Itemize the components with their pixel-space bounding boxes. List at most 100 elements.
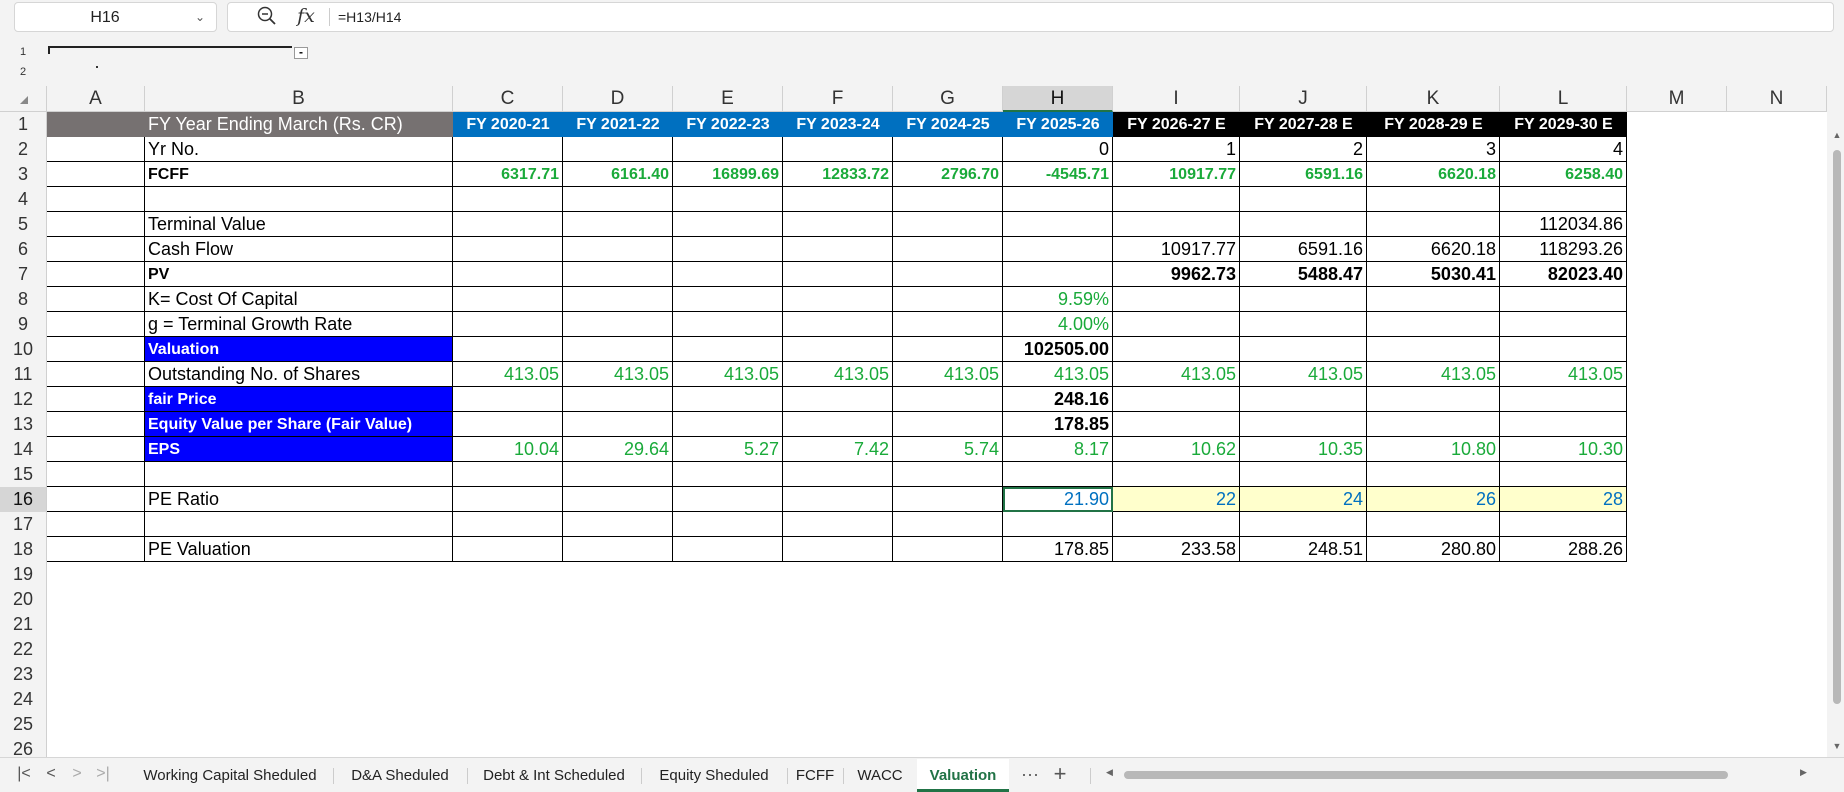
- row-header-4[interactable]: 4: [0, 187, 47, 212]
- cell-g4[interactable]: [893, 187, 1003, 212]
- tab-debt-int[interactable]: Debt & Int Scheduled: [468, 759, 640, 792]
- valuation-d[interactable]: [563, 337, 673, 362]
- cell-d15[interactable]: [563, 462, 673, 487]
- eps-f[interactable]: 7.42: [783, 437, 893, 462]
- year-header-e[interactable]: FY 2022-23: [673, 112, 783, 137]
- pe-valuation-h[interactable]: 178.85: [1003, 537, 1113, 562]
- pv-d[interactable]: [563, 262, 673, 287]
- yr-no-k[interactable]: 3: [1367, 137, 1500, 162]
- g-k[interactable]: [1367, 312, 1500, 337]
- tab-working-capital[interactable]: Working Capital Sheduled: [128, 759, 332, 792]
- yr-no-c[interactable]: [453, 137, 563, 162]
- row-header-5[interactable]: 5: [0, 212, 47, 237]
- terminal-value-i[interactable]: [1113, 212, 1240, 237]
- pe-ratio-h[interactable]: 21.90: [1003, 487, 1113, 512]
- cell-a18[interactable]: [47, 537, 145, 562]
- pe-valuation-c[interactable]: [453, 537, 563, 562]
- k-c[interactable]: [453, 287, 563, 312]
- pe-ratio-i[interactable]: 22: [1113, 487, 1240, 512]
- row-header-3[interactable]: 3: [0, 162, 47, 187]
- shares-j[interactable]: 413.05: [1240, 362, 1367, 387]
- g-h[interactable]: 4.00%: [1003, 312, 1113, 337]
- valuation-k[interactable]: [1367, 337, 1500, 362]
- cell-e17[interactable]: [673, 512, 783, 537]
- equity-value-c[interactable]: [453, 412, 563, 437]
- g-e[interactable]: [673, 312, 783, 337]
- k-d[interactable]: [563, 287, 673, 312]
- pe-ratio-e[interactable]: [673, 487, 783, 512]
- terminal-value-e[interactable]: [673, 212, 783, 237]
- k-j[interactable]: [1240, 287, 1367, 312]
- pe-ratio-d[interactable]: [563, 487, 673, 512]
- shares-h[interactable]: 413.05: [1003, 362, 1113, 387]
- prev-sheet-icon[interactable]: <: [40, 762, 62, 786]
- cash-flow-e[interactable]: [673, 237, 783, 262]
- eps-g[interactable]: 5.74: [893, 437, 1003, 462]
- cell-a12[interactable]: [47, 387, 145, 412]
- cell-a17[interactable]: [47, 512, 145, 537]
- column-header-g[interactable]: G: [893, 86, 1003, 112]
- pv-e[interactable]: [673, 262, 783, 287]
- column-header-a[interactable]: A: [47, 86, 145, 112]
- cell-b17[interactable]: [145, 512, 453, 537]
- yr-no-i[interactable]: 1: [1113, 137, 1240, 162]
- tab-fcff[interactable]: FCFF: [788, 759, 842, 792]
- valuation-e[interactable]: [673, 337, 783, 362]
- pe-valuation-j[interactable]: 248.51: [1240, 537, 1367, 562]
- g-g[interactable]: [893, 312, 1003, 337]
- cash-flow-j[interactable]: 6591.16: [1240, 237, 1367, 262]
- cash-flow-i[interactable]: 10917.77: [1113, 237, 1240, 262]
- cell-a10[interactable]: [47, 337, 145, 362]
- cell-e15[interactable]: [673, 462, 783, 487]
- cell-c17[interactable]: [453, 512, 563, 537]
- row-label-fcff[interactable]: FCFF: [145, 162, 453, 187]
- row-header-18[interactable]: 18: [0, 537, 47, 562]
- cell-b4[interactable]: [145, 187, 453, 212]
- cell-g17[interactable]: [893, 512, 1003, 537]
- scroll-left-icon[interactable]: ◀: [1106, 767, 1113, 778]
- year-header-j[interactable]: FY 2027-28 E: [1240, 112, 1367, 137]
- k-g[interactable]: [893, 287, 1003, 312]
- column-header-l[interactable]: L: [1500, 86, 1627, 112]
- cash-flow-h[interactable]: [1003, 237, 1113, 262]
- shares-f[interactable]: 413.05: [783, 362, 893, 387]
- cell-a7[interactable]: [47, 262, 145, 287]
- pv-c[interactable]: [453, 262, 563, 287]
- fair-price-i[interactable]: [1113, 387, 1240, 412]
- valuation-f[interactable]: [783, 337, 893, 362]
- row-label-pe-valuation[interactable]: PE Valuation: [145, 537, 453, 562]
- row-label-k[interactable]: K= Cost Of Capital: [145, 287, 453, 312]
- cell-f4[interactable]: [783, 187, 893, 212]
- cell-j17[interactable]: [1240, 512, 1367, 537]
- cell-a3[interactable]: [47, 162, 145, 187]
- column-header-k[interactable]: K: [1367, 86, 1500, 112]
- vertical-scroll-thumb[interactable]: [1833, 150, 1841, 704]
- row-header-20[interactable]: 20: [0, 587, 47, 612]
- cell-j4[interactable]: [1240, 187, 1367, 212]
- tab-da[interactable]: D&A Sheduled: [334, 759, 466, 792]
- row-header-12[interactable]: 12: [0, 387, 47, 412]
- column-header-h[interactable]: H: [1003, 86, 1113, 112]
- pe-valuation-e[interactable]: [673, 537, 783, 562]
- year-header-i[interactable]: FY 2026-27 E: [1113, 112, 1240, 137]
- equity-value-e[interactable]: [673, 412, 783, 437]
- chevron-down-icon[interactable]: ⌄: [192, 9, 208, 25]
- cell-a14[interactable]: [47, 437, 145, 462]
- tab-valuation[interactable]: Valuation: [917, 759, 1009, 792]
- cell-a2[interactable]: [47, 137, 145, 162]
- column-header-j[interactable]: J: [1240, 86, 1367, 112]
- fair-price-j[interactable]: [1240, 387, 1367, 412]
- yr-no-l[interactable]: 4: [1500, 137, 1627, 162]
- fcff-e[interactable]: 16899.69: [673, 162, 783, 187]
- row-header-10[interactable]: 10: [0, 337, 47, 362]
- pv-i[interactable]: 9962.73: [1113, 262, 1240, 287]
- terminal-value-f[interactable]: [783, 212, 893, 237]
- cell-h17[interactable]: [1003, 512, 1113, 537]
- equity-value-h[interactable]: 178.85: [1003, 412, 1113, 437]
- row-header-24[interactable]: 24: [0, 687, 47, 712]
- k-k[interactable]: [1367, 287, 1500, 312]
- cell-a5[interactable]: [47, 212, 145, 237]
- row-label-pv[interactable]: PV: [145, 262, 453, 287]
- pv-f[interactable]: [783, 262, 893, 287]
- pe-valuation-i[interactable]: 233.58: [1113, 537, 1240, 562]
